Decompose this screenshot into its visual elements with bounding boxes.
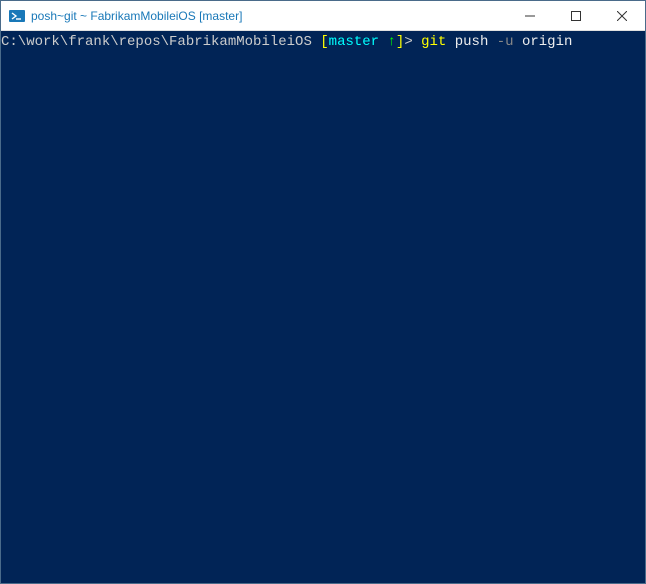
maximize-button[interactable] xyxy=(553,1,599,30)
close-button[interactable] xyxy=(599,1,645,30)
prompt-path: C:\work\frank\repos\FabrikamMobileiOS xyxy=(1,34,312,50)
powershell-window: posh~git ~ FabrikamMobileiOS [master] C:… xyxy=(0,0,646,584)
branch-bracket-open: [ xyxy=(312,34,329,50)
minimize-button[interactable] xyxy=(507,1,553,30)
command-push: push xyxy=(446,34,496,50)
prompt-symbol: > xyxy=(404,34,421,50)
window-titlebar[interactable]: posh~git ~ FabrikamMobileiOS [master] xyxy=(1,1,645,31)
branch-name: master xyxy=(329,34,379,50)
window-title: posh~git ~ FabrikamMobileiOS [master] xyxy=(31,9,507,23)
command-flag: -u xyxy=(497,34,514,50)
window-controls xyxy=(507,1,645,30)
terminal-area[interactable]: C:\work\frank\repos\FabrikamMobileiOS [m… xyxy=(1,31,645,583)
prompt-line: C:\work\frank\repos\FabrikamMobileiOS [m… xyxy=(1,33,645,52)
command-git: git xyxy=(421,34,446,50)
command-origin: origin xyxy=(514,34,573,50)
powershell-icon xyxy=(9,8,25,24)
ahead-arrow-icon: ↑ xyxy=(379,34,396,50)
